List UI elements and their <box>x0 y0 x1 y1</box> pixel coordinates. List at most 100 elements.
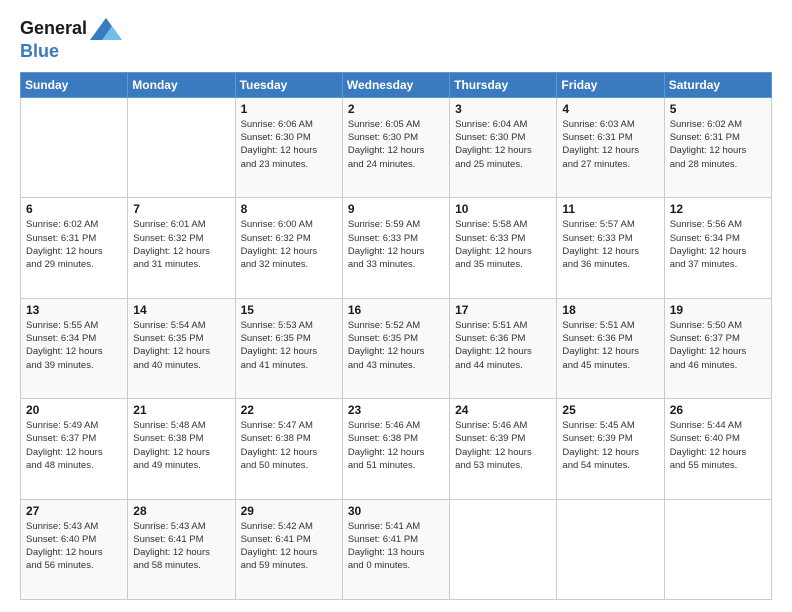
day-info: Daylight: 12 hours <box>241 345 337 358</box>
day-info: Daylight: 12 hours <box>241 144 337 157</box>
day-info: Daylight: 12 hours <box>562 446 658 459</box>
day-number: 15 <box>241 303 337 317</box>
day-number: 25 <box>562 403 658 417</box>
day-info: Daylight: 12 hours <box>670 144 766 157</box>
calendar-cell <box>450 499 557 599</box>
day-info: Daylight: 12 hours <box>455 144 551 157</box>
day-info: Sunset: 6:30 PM <box>348 131 444 144</box>
day-info: and 36 minutes. <box>562 258 658 271</box>
day-number: 24 <box>455 403 551 417</box>
calendar-table: SundayMondayTuesdayWednesdayThursdayFrid… <box>20 72 772 600</box>
day-number: 5 <box>670 102 766 116</box>
day-info: Sunset: 6:31 PM <box>26 232 122 245</box>
day-info: Sunset: 6:30 PM <box>241 131 337 144</box>
day-info: and 49 minutes. <box>133 459 229 472</box>
calendar-cell: 5Sunrise: 6:02 AMSunset: 6:31 PMDaylight… <box>664 97 771 197</box>
day-info: and 32 minutes. <box>241 258 337 271</box>
day-number: 3 <box>455 102 551 116</box>
day-info: Sunrise: 5:49 AM <box>26 419 122 432</box>
day-info: and 37 minutes. <box>670 258 766 271</box>
day-number: 7 <box>133 202 229 216</box>
day-number: 11 <box>562 202 658 216</box>
day-info: Daylight: 12 hours <box>348 446 444 459</box>
day-info: Sunrise: 6:05 AM <box>348 118 444 131</box>
day-info: Sunrise: 5:57 AM <box>562 218 658 231</box>
day-info: Sunset: 6:37 PM <box>670 332 766 345</box>
day-info: Sunrise: 6:00 AM <box>241 218 337 231</box>
day-info: Daylight: 12 hours <box>348 345 444 358</box>
day-info: Sunset: 6:38 PM <box>133 432 229 445</box>
logo-icon <box>90 16 122 42</box>
dow-header: Saturday <box>664 72 771 97</box>
day-number: 27 <box>26 504 122 518</box>
day-info: Daylight: 12 hours <box>670 446 766 459</box>
day-number: 18 <box>562 303 658 317</box>
calendar-cell: 9Sunrise: 5:59 AMSunset: 6:33 PMDaylight… <box>342 198 449 298</box>
day-info: Sunrise: 5:55 AM <box>26 319 122 332</box>
day-info: Sunset: 6:34 PM <box>26 332 122 345</box>
day-number: 17 <box>455 303 551 317</box>
day-info: Daylight: 12 hours <box>26 546 122 559</box>
calendar-cell <box>664 499 771 599</box>
day-info: and 48 minutes. <box>26 459 122 472</box>
days-of-week-row: SundayMondayTuesdayWednesdayThursdayFrid… <box>21 72 772 97</box>
calendar-cell: 16Sunrise: 5:52 AMSunset: 6:35 PMDayligh… <box>342 298 449 398</box>
day-number: 4 <box>562 102 658 116</box>
day-info: Sunset: 6:41 PM <box>241 533 337 546</box>
day-info: Sunset: 6:40 PM <box>670 432 766 445</box>
day-info: Sunset: 6:32 PM <box>241 232 337 245</box>
calendar-cell: 22Sunrise: 5:47 AMSunset: 6:38 PMDayligh… <box>235 399 342 499</box>
calendar-cell: 24Sunrise: 5:46 AMSunset: 6:39 PMDayligh… <box>450 399 557 499</box>
day-info: Sunrise: 5:58 AM <box>455 218 551 231</box>
day-info: Daylight: 12 hours <box>455 345 551 358</box>
calendar-cell: 27Sunrise: 5:43 AMSunset: 6:40 PMDayligh… <box>21 499 128 599</box>
day-number: 14 <box>133 303 229 317</box>
calendar-cell: 11Sunrise: 5:57 AMSunset: 6:33 PMDayligh… <box>557 198 664 298</box>
day-info: Daylight: 12 hours <box>670 345 766 358</box>
day-info: and 43 minutes. <box>348 359 444 372</box>
day-info: and 28 minutes. <box>670 158 766 171</box>
day-info: Sunrise: 6:02 AM <box>670 118 766 131</box>
day-info: Sunrise: 5:44 AM <box>670 419 766 432</box>
calendar-cell: 10Sunrise: 5:58 AMSunset: 6:33 PMDayligh… <box>450 198 557 298</box>
day-info: Sunrise: 5:46 AM <box>348 419 444 432</box>
day-number: 21 <box>133 403 229 417</box>
day-number: 12 <box>670 202 766 216</box>
day-info: and 53 minutes. <box>455 459 551 472</box>
day-info: Sunrise: 5:45 AM <box>562 419 658 432</box>
day-info: and 39 minutes. <box>26 359 122 372</box>
logo-general: General <box>20 19 87 39</box>
day-number: 30 <box>348 504 444 518</box>
day-info: and 24 minutes. <box>348 158 444 171</box>
day-info: Daylight: 12 hours <box>26 345 122 358</box>
day-info: Sunrise: 5:51 AM <box>562 319 658 332</box>
day-info: and 59 minutes. <box>241 559 337 572</box>
calendar-cell: 21Sunrise: 5:48 AMSunset: 6:38 PMDayligh… <box>128 399 235 499</box>
calendar-cell: 30Sunrise: 5:41 AMSunset: 6:41 PMDayligh… <box>342 499 449 599</box>
calendar-cell: 19Sunrise: 5:50 AMSunset: 6:37 PMDayligh… <box>664 298 771 398</box>
day-info: and 33 minutes. <box>348 258 444 271</box>
calendar-week-row: 6Sunrise: 6:02 AMSunset: 6:31 PMDaylight… <box>21 198 772 298</box>
day-info: Sunrise: 5:46 AM <box>455 419 551 432</box>
day-info: Daylight: 12 hours <box>455 446 551 459</box>
dow-header: Friday <box>557 72 664 97</box>
day-info: Sunrise: 5:51 AM <box>455 319 551 332</box>
calendar-cell: 7Sunrise: 6:01 AMSunset: 6:32 PMDaylight… <box>128 198 235 298</box>
day-info: and 54 minutes. <box>562 459 658 472</box>
calendar-cell: 2Sunrise: 6:05 AMSunset: 6:30 PMDaylight… <box>342 97 449 197</box>
day-info: Sunset: 6:36 PM <box>455 332 551 345</box>
page: General Blue SundayMondayTuesdayWednesda… <box>0 0 792 612</box>
day-info: and 40 minutes. <box>133 359 229 372</box>
header: General Blue <box>20 16 772 62</box>
day-info: and 23 minutes. <box>241 158 337 171</box>
day-info: and 56 minutes. <box>26 559 122 572</box>
calendar-cell: 23Sunrise: 5:46 AMSunset: 6:38 PMDayligh… <box>342 399 449 499</box>
day-number: 20 <box>26 403 122 417</box>
day-info: Sunrise: 5:50 AM <box>670 319 766 332</box>
dow-header: Tuesday <box>235 72 342 97</box>
day-info: Daylight: 12 hours <box>348 245 444 258</box>
calendar-cell: 29Sunrise: 5:42 AMSunset: 6:41 PMDayligh… <box>235 499 342 599</box>
day-info: Sunset: 6:38 PM <box>348 432 444 445</box>
day-info: Sunrise: 6:04 AM <box>455 118 551 131</box>
day-info: Sunset: 6:35 PM <box>348 332 444 345</box>
